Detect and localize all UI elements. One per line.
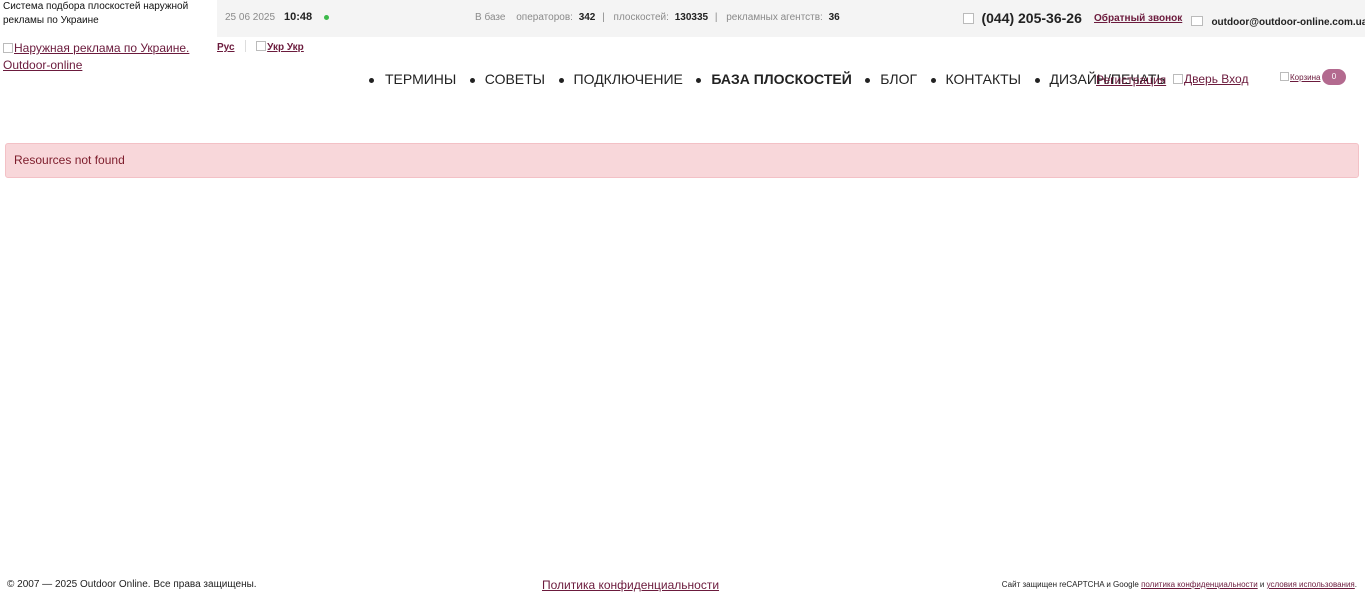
cart-label: Корзина [1290, 73, 1321, 82]
register-link[interactable]: Регистрация [1096, 73, 1166, 87]
recaptcha-notice: Сайт защищен reCAPTCHA и Google политика… [1002, 580, 1357, 589]
google-terms-link[interactable]: условия использования [1267, 580, 1355, 589]
door-icon [1173, 74, 1183, 84]
stats-prefix: В базе [475, 12, 506, 23]
logo-link[interactable]: Наружная реклама по Украине. Outdoor-onl… [3, 41, 189, 72]
flag-ua-icon [256, 41, 267, 51]
online-status-icon [324, 15, 329, 20]
nav-item-blog[interactable]: БЛОГ [865, 71, 917, 87]
phone-number[interactable]: (044) 205-36-26 [981, 10, 1081, 26]
phone-icon [963, 13, 974, 24]
main-nav: ТЕРМИНЫ СОВЕТЫ ПОДКЛЮЧЕНИЕ БАЗА ПЛОСКОСТ… [369, 71, 1175, 89]
nav-item-surfaces-database[interactable]: БАЗА ПЛОСКОСТЕЙ [696, 71, 852, 87]
mail-icon [1191, 16, 1203, 26]
lang-ru-link[interactable]: Рус [217, 42, 235, 53]
lang-divider [245, 40, 247, 52]
current-time: 10:48 [284, 11, 313, 23]
agencies-value: 36 [828, 12, 840, 23]
database-stats: В базе операторов: 342 | плоскостей: 130… [475, 12, 843, 23]
recaptcha-prefix: Сайт защищен reCAPTCHA и Google [1001, 580, 1139, 589]
footer-copyright: © 2007 — 2025 Outdoor Online. Все права … [7, 579, 257, 590]
operators-label: операторов: [516, 12, 573, 23]
recaptcha-suffix: . [1354, 580, 1357, 589]
login-block[interactable]: Дверь Вход [1173, 72, 1248, 86]
phone-block: (044) 205-36-26 [963, 10, 1082, 28]
top-status-bar: 25 06 2025 10:48 В базе операторов: 342 … [217, 0, 1365, 37]
surfaces-value: 130335 [674, 12, 709, 23]
email-address[interactable]: outdoor@outdoor-online.com.ua [1211, 17, 1365, 28]
nav-item-terms[interactable]: ТЕРМИНЫ [369, 71, 456, 87]
nav-item-connection[interactable]: ПОДКЛЮЧЕНИЕ [558, 71, 683, 87]
operators-value: 342 [578, 12, 596, 23]
google-privacy-link[interactable]: политика конфиденциальности [1141, 580, 1258, 589]
nav-item-tips[interactable]: СОВЕТЫ [469, 71, 545, 87]
privacy-policy-link[interactable]: Политика конфиденциальности [542, 578, 719, 592]
site-tagline: Система подбора плоскостей наружной рекл… [0, 0, 217, 37]
stats-separator: | [714, 12, 718, 23]
cart-count-badge: 0 [1322, 69, 1346, 85]
callback-link[interactable]: Обратный звонок [1094, 13, 1182, 24]
login-link[interactable]: Дверь Вход [1184, 72, 1248, 86]
recaptcha-and: и [1259, 580, 1265, 589]
language-switcher: Рус Укр Укр [217, 40, 304, 53]
agencies-label: рекламных агентств: [726, 12, 823, 23]
surfaces-label: плоскостей: [613, 12, 669, 23]
broken-image-icon [3, 43, 13, 53]
lang-uk-link[interactable]: Укр Укр [267, 42, 304, 53]
nav-item-contacts[interactable]: КОНТАКТЫ [930, 71, 1021, 87]
error-alert: Resources not found [5, 143, 1359, 178]
site-logo[interactable]: Наружная реклама по Украине. Outdoor-onl… [3, 40, 203, 74]
current-date: 25 06 2025 [225, 12, 276, 23]
cart-icon [1280, 72, 1289, 81]
email-block: outdoor@outdoor-online.com.ua [1191, 12, 1365, 30]
stats-separator: | [602, 12, 605, 23]
